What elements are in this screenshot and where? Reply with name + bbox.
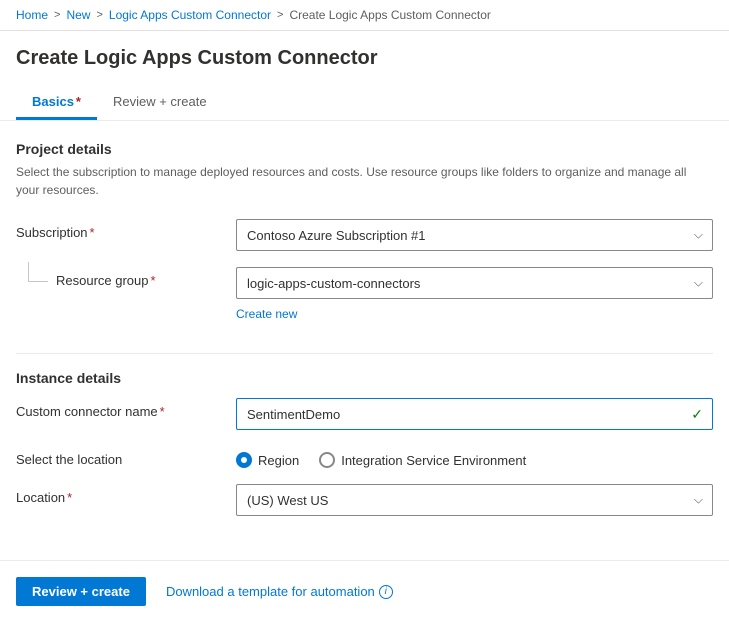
- location-type-radio-group: Region Integration Service Environment: [236, 446, 713, 468]
- breadcrumb-sep1: >: [54, 9, 60, 21]
- main-content: Project details Select the subscription …: [0, 121, 729, 552]
- footer: Review + create Download a template for …: [0, 560, 729, 622]
- location-control: (US) West US ⌵: [236, 484, 713, 516]
- tab-basics[interactable]: Basics*: [16, 86, 97, 120]
- create-new-link[interactable]: Create new: [236, 307, 297, 321]
- project-details-title: Project details: [16, 141, 713, 157]
- connector-name-input-wrapper: ✓: [236, 398, 713, 430]
- subscription-select[interactable]: Contoso Azure Subscription #1: [236, 219, 713, 251]
- radio-region-circle: [236, 452, 252, 468]
- review-create-button[interactable]: Review + create: [16, 577, 146, 606]
- location-type-control: Region Integration Service Environment: [236, 446, 713, 468]
- radio-region[interactable]: Region: [236, 452, 299, 468]
- location-select-wrapper: (US) West US ⌵: [236, 484, 713, 516]
- location-type-label: Select the location: [16, 446, 236, 467]
- connector-name-control: ✓: [236, 398, 713, 430]
- connector-name-row: Custom connector name* ✓: [16, 398, 713, 430]
- radio-ise[interactable]: Integration Service Environment: [319, 452, 526, 468]
- rg-connector-line: [28, 262, 48, 282]
- subscription-label: Subscription*: [16, 219, 236, 240]
- tab-bar: Basics* Review + create: [0, 86, 729, 121]
- resource-group-select-wrapper: logic-apps-custom-connectors ⌵: [236, 267, 713, 299]
- location-select[interactable]: (US) West US: [236, 484, 713, 516]
- breadcrumb-home[interactable]: Home: [16, 8, 48, 22]
- resource-group-row: Resource group* logic-apps-custom-connec…: [16, 267, 713, 299]
- subscription-select-wrapper: Contoso Azure Subscription #1 ⌵: [236, 219, 713, 251]
- breadcrumb-connector[interactable]: Logic Apps Custom Connector: [109, 8, 271, 22]
- breadcrumb: Home > New > Logic Apps Custom Connector…: [0, 0, 729, 31]
- resource-group-select[interactable]: logic-apps-custom-connectors: [236, 267, 713, 299]
- page-title: Create Logic Apps Custom Connector: [0, 31, 729, 78]
- location-type-row: Select the location Region Integration S…: [16, 446, 713, 468]
- instance-details-title: Instance details: [16, 370, 713, 386]
- location-label: Location*: [16, 484, 236, 505]
- section-divider: [16, 353, 713, 354]
- radio-ise-circle: [319, 452, 335, 468]
- breadcrumb-new[interactable]: New: [66, 8, 90, 22]
- connector-name-check-icon: ✓: [691, 406, 703, 423]
- subscription-row: Subscription* Contoso Azure Subscription…: [16, 219, 713, 251]
- resource-group-control: logic-apps-custom-connectors ⌵: [236, 267, 713, 299]
- tab-review-create[interactable]: Review + create: [97, 86, 223, 120]
- info-icon: i: [379, 585, 393, 599]
- project-details-desc: Select the subscription to manage deploy…: [16, 163, 713, 199]
- breadcrumb-sep2: >: [96, 9, 102, 21]
- breadcrumb-sep3: >: [277, 9, 283, 21]
- location-row: Location* (US) West US ⌵: [16, 484, 713, 516]
- breadcrumb-current: Create Logic Apps Custom Connector: [289, 8, 490, 22]
- resource-group-label: Resource group*: [56, 267, 156, 288]
- connector-name-label: Custom connector name*: [16, 398, 236, 419]
- subscription-control: Contoso Azure Subscription #1 ⌵: [236, 219, 713, 251]
- resource-group-label-wrapper: Resource group*: [16, 267, 236, 288]
- download-template-link[interactable]: Download a template for automation i: [166, 584, 393, 599]
- connector-name-input[interactable]: [236, 398, 713, 430]
